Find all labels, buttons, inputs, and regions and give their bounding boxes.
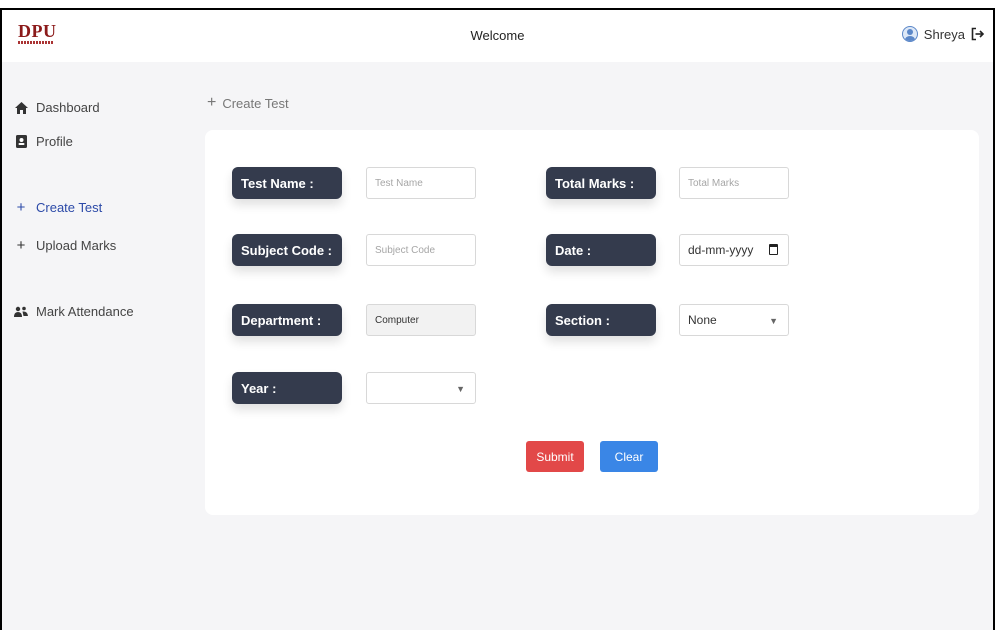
sidebar-item-profile[interactable]: Profile	[14, 134, 73, 149]
department-input[interactable]	[366, 304, 476, 336]
sidebar-item-label: Mark Attendance	[36, 304, 134, 319]
user-name[interactable]: Shreya	[924, 27, 965, 42]
submit-button[interactable]: Submit	[526, 441, 584, 472]
user-menu[interactable]: Shreya	[901, 26, 985, 42]
date-value: dd-mm-yyyy	[688, 243, 754, 257]
chevron-down-icon: ▼	[769, 316, 778, 326]
year-label: Year :	[232, 372, 342, 404]
test-name-input[interactable]	[366, 167, 476, 199]
subject-code-input[interactable]	[366, 234, 476, 266]
section-value: None	[688, 313, 717, 327]
sidebar-item-label: Upload Marks	[36, 238, 117, 253]
sidebar-item-label: Dashboard	[36, 100, 100, 115]
app-window: DPU Welcome Shreya Dashboard Profile + C…	[0, 8, 995, 630]
total-marks-label: Total Marks :	[546, 167, 656, 199]
calendar-icon[interactable]	[769, 244, 778, 255]
section-select[interactable]: None ▼	[679, 304, 789, 336]
clear-button[interactable]: Clear	[600, 441, 658, 472]
plus-icon: +	[207, 94, 217, 111]
year-select[interactable]: ▼	[366, 372, 476, 404]
section-label: Section :	[546, 304, 656, 336]
logout-icon[interactable]	[971, 27, 985, 41]
breadcrumb-label: Create Test	[222, 95, 289, 111]
top-bar: DPU Welcome Shreya	[2, 10, 993, 62]
sidebar-item-label: Create Test	[36, 200, 103, 215]
plus-icon: +	[16, 199, 26, 216]
home-icon	[14, 101, 28, 115]
id-badge-icon	[14, 135, 28, 149]
sidebar-item-dashboard[interactable]: Dashboard	[14, 100, 100, 115]
sidebar-item-upload-marks[interactable]: + Upload Marks	[14, 237, 117, 254]
page-title: Welcome	[470, 28, 525, 43]
create-test-form: Test Name : Total Marks : Subject Code :…	[205, 130, 979, 515]
test-name-label: Test Name :	[232, 167, 342, 199]
sidebar-item-mark-attendance[interactable]: Mark Attendance	[14, 304, 134, 319]
subject-code-label: Subject Code :	[232, 234, 342, 266]
user-avatar-icon[interactable]	[901, 26, 918, 42]
total-marks-input[interactable]	[679, 167, 789, 199]
plus-icon: +	[16, 237, 26, 254]
chevron-down-icon: ▼	[456, 384, 465, 394]
sidebar-item-create-test[interactable]: + Create Test	[14, 199, 103, 216]
date-label: Date :	[546, 234, 656, 266]
people-icon	[14, 305, 28, 319]
department-label: Department :	[232, 304, 342, 336]
breadcrumb: + Create Test	[207, 94, 289, 112]
date-input[interactable]: dd-mm-yyyy	[679, 234, 789, 266]
sidebar-item-label: Profile	[36, 134, 73, 149]
